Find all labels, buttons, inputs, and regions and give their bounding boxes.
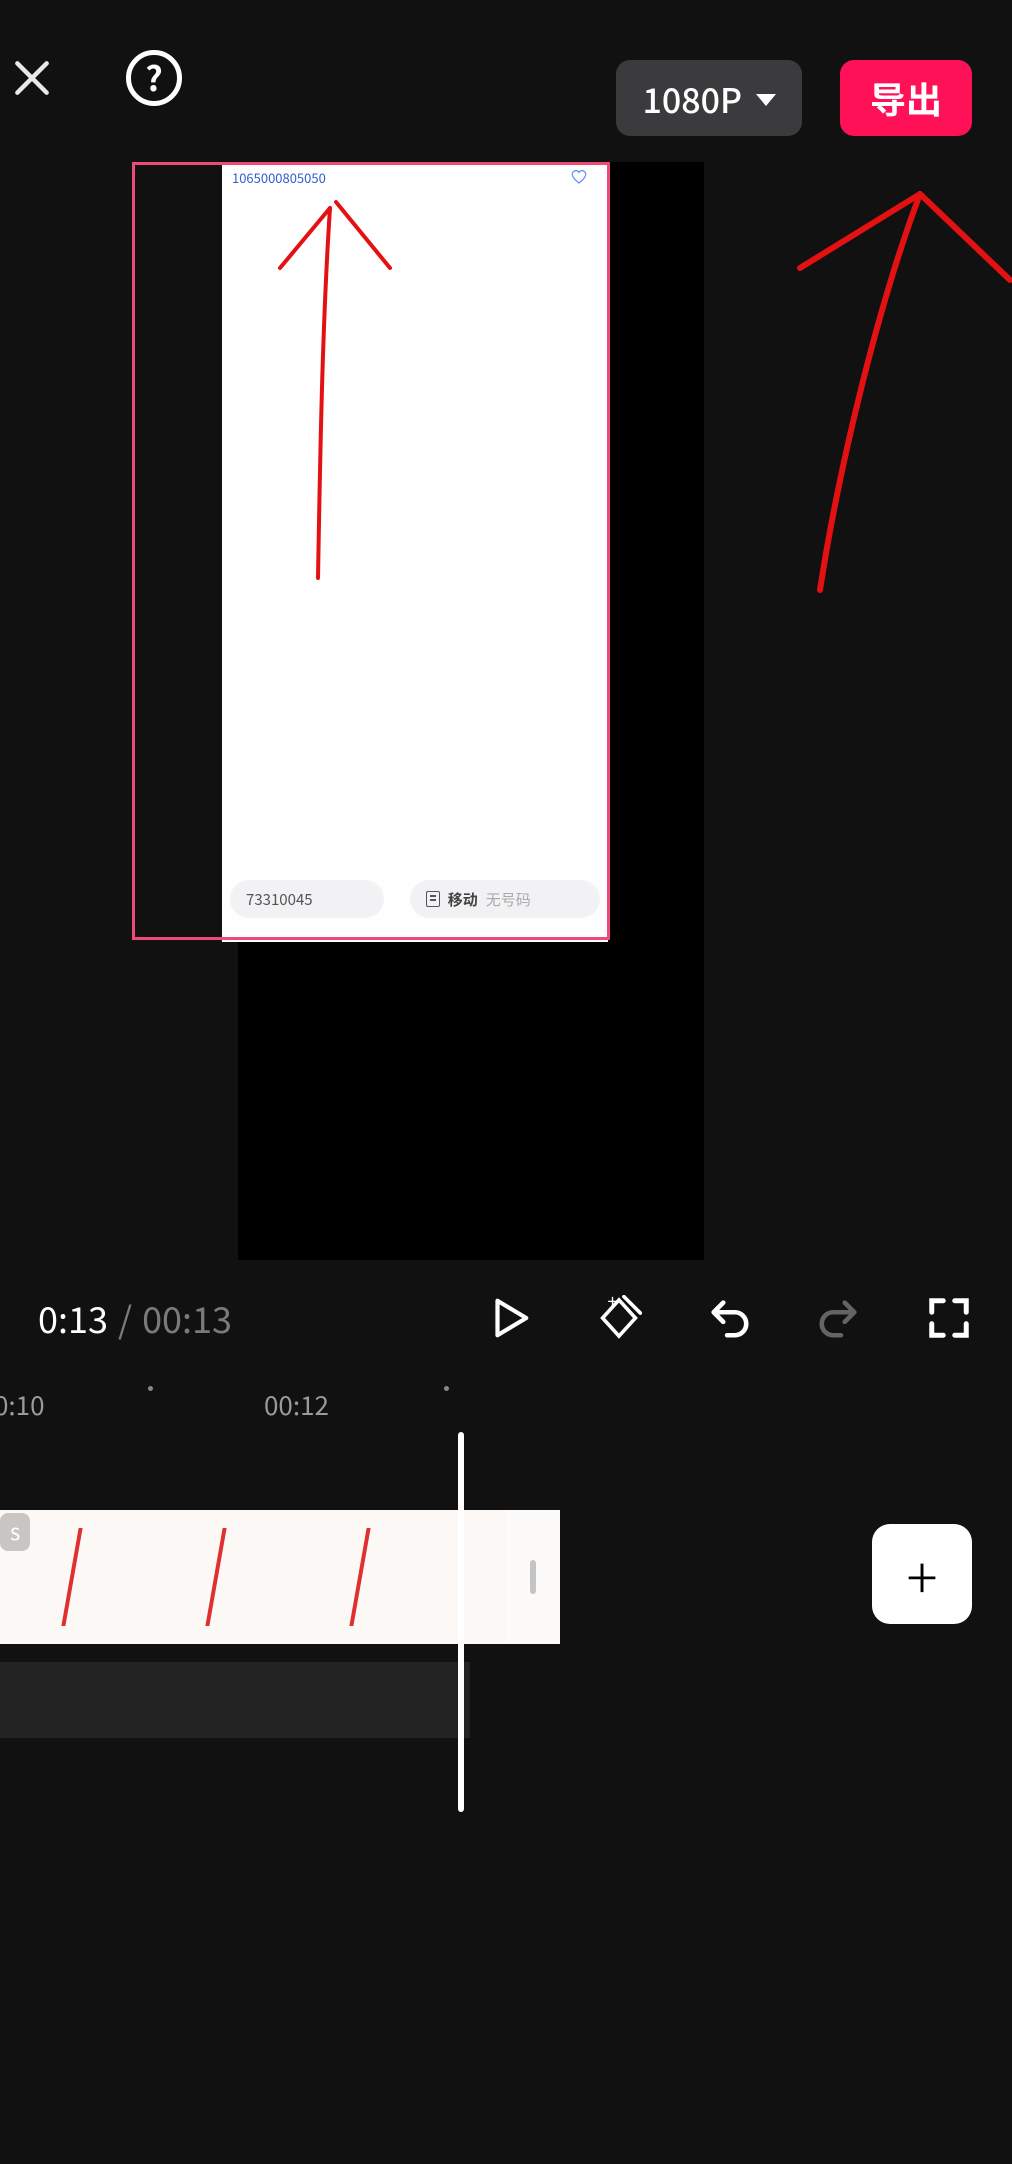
timeline-ruler[interactable]: 0:10 00:12 — [0, 1386, 1012, 1426]
overlay-chip-number[interactable]: 73310045 — [230, 880, 384, 918]
undo-icon — [706, 1295, 752, 1341]
time-total: 00:13 — [142, 1292, 232, 1344]
timeline-tick-label: 0:10 — [0, 1386, 45, 1423]
resolution-select[interactable]: 1080P — [616, 60, 802, 136]
overlay-chip-row: 73310045 移动 无号码 — [230, 880, 600, 918]
resolution-label: 1080P — [642, 74, 742, 123]
redo-button[interactable] — [814, 1293, 864, 1343]
close-icon — [10, 56, 54, 100]
clip-thumbnails — [0, 1510, 560, 1644]
help-icon: ? — [145, 60, 162, 94]
keyframe-icon: + — [596, 1295, 642, 1341]
clip-trim-handle-right[interactable] — [506, 1510, 560, 1644]
time-current: 0:13 — [38, 1292, 108, 1344]
chevron-down-icon — [756, 94, 776, 106]
overlay-header-number: 1065000805050 — [232, 168, 326, 187]
play-button[interactable] — [484, 1293, 534, 1343]
time-separator: / — [118, 1292, 132, 1344]
preview-area[interactable]: 1065000805050 73310045 移动 无号码 — [0, 148, 1012, 1268]
annotation-arrow-export — [760, 160, 1012, 600]
export-label: 导出 — [870, 72, 942, 124]
timeline-clip[interactable]: s — [0, 1510, 560, 1644]
timeline-track-secondary[interactable] — [0, 1662, 470, 1738]
svg-text:+: + — [608, 1295, 618, 1314]
export-button[interactable]: 导出 — [840, 60, 972, 136]
sim-icon — [426, 891, 440, 907]
overlay-chip-number-text: 73310045 — [246, 889, 313, 910]
clip-badge: s — [0, 1513, 30, 1551]
overlay-chip-carrier-sub: 无号码 — [486, 889, 531, 910]
fullscreen-icon — [926, 1295, 972, 1341]
timeline-tick-label: 00:12 — [264, 1386, 329, 1423]
playback-bar: 0:13 / 00:13 + — [0, 1268, 1012, 1368]
close-button[interactable] — [8, 54, 56, 102]
overlay-header: 1065000805050 — [222, 162, 608, 192]
keyframe-button[interactable]: + — [594, 1293, 644, 1343]
timeline[interactable]: 0:10 00:12 s + — [0, 1384, 1012, 1814]
timeline-playhead[interactable] — [458, 1432, 464, 1812]
timeline-tick-dot — [148, 1386, 153, 1391]
overlay-chip-carrier[interactable]: 移动 无号码 — [410, 880, 600, 918]
heart-icon — [570, 168, 588, 186]
play-icon — [486, 1295, 532, 1341]
help-button[interactable]: ? — [126, 50, 182, 106]
time-display: 0:13 / 00:13 — [38, 1292, 232, 1344]
overlay-chip-carrier-label: 移动 — [448, 889, 478, 910]
add-clip-button[interactable]: + — [872, 1524, 972, 1624]
overlay-screenshot[interactable]: 1065000805050 73310045 移动 无号码 — [222, 162, 608, 942]
fullscreen-button[interactable] — [924, 1293, 974, 1343]
redo-icon — [816, 1295, 862, 1341]
plus-icon: + — [906, 1532, 937, 1616]
timeline-tick-dot — [444, 1386, 449, 1391]
undo-button[interactable] — [704, 1293, 754, 1343]
grip-icon — [530, 1560, 536, 1594]
